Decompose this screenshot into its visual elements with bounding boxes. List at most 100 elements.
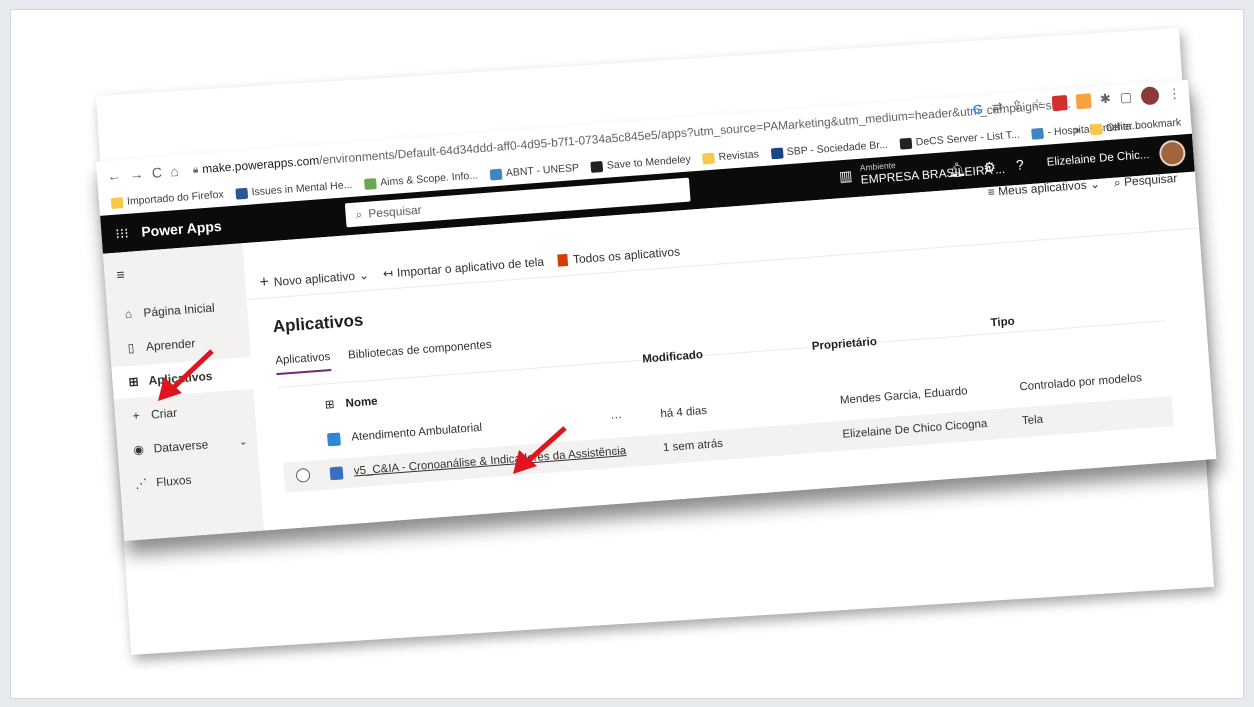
hamburger-icon[interactable]: ≡ <box>116 266 125 283</box>
menu-icon[interactable]: ⋮ <box>1167 85 1181 102</box>
search-icon: ⌕ <box>1113 175 1122 190</box>
building-icon: ▥ <box>838 166 853 184</box>
bookmark-label: Importado do Firefox <box>126 188 225 208</box>
google-icon[interactable]: G <box>972 101 983 117</box>
other-bookmarks-label: Other bookmark <box>1105 116 1182 135</box>
bookmark-label: DeCS Server - List T... <box>915 128 1021 149</box>
search-placeholder: Pesquisar <box>367 202 423 221</box>
bookmark-favicon-icon <box>590 160 604 173</box>
bookmark-item[interactable]: SBP - Sociedade Br... <box>770 139 888 160</box>
plus-icon: + <box>258 273 270 292</box>
column-header-type[interactable]: Tipo <box>990 316 1015 330</box>
bookmark-item[interactable]: Issues in Mental He... <box>235 179 353 200</box>
bookmark-item[interactable]: Aims & Scope. Info... <box>363 169 479 190</box>
more-bookmarks-icon[interactable]: » <box>1074 124 1081 136</box>
share-icon[interactable]: ⇪ <box>1011 97 1023 114</box>
app-type: Controlado por modelos <box>1019 372 1143 394</box>
column-header-name[interactable]: ⊞ Nome <box>324 394 378 412</box>
bookmark-label: ABNT - UNESP <box>505 161 580 180</box>
extension-icon[interactable] <box>1051 94 1068 111</box>
bookmark-favicon-icon <box>770 146 784 159</box>
book-icon: ▯ <box>127 340 135 356</box>
dataverse-icon: ◉ <box>132 442 145 457</box>
tab-list: Aplicativos Bibliotecas de componentes <box>274 339 493 376</box>
filter-icon: ≡ <box>987 184 996 200</box>
owner-name: Mendes Garcia, Eduardo <box>839 385 968 407</box>
bookmark-label: Aims & Scope. Info... <box>379 169 479 189</box>
app-type: Tela <box>1021 413 1044 428</box>
new-app-button[interactable]: + Novo aplicativo ⌄ <box>259 266 370 292</box>
bookmark-favicon-icon <box>702 152 716 164</box>
bookmark-favicon-icon <box>899 137 913 150</box>
star-icon[interactable]: ☆ <box>1031 96 1044 113</box>
gear-icon[interactable]: ⚙ <box>983 159 997 177</box>
page-title: Aplicativos <box>272 310 365 337</box>
chevron-down-icon: ⌄ <box>358 267 370 283</box>
translate-icon[interactable]: ⇄ <box>991 99 1003 116</box>
bookmark-favicon-icon <box>235 187 249 200</box>
canvas-app-icon <box>329 466 344 481</box>
all-apps-button[interactable]: Todos os aplicativos <box>557 244 681 267</box>
column-header-modified[interactable]: Modificado <box>642 349 703 366</box>
office-icon <box>557 253 569 267</box>
window-icon[interactable]: ▢ <box>1119 89 1132 106</box>
puzzle-icon[interactable]: ✱ <box>1099 91 1111 108</box>
bookmark-label: Save to Mendeley <box>606 153 692 172</box>
help-icon[interactable]: ? <box>1015 156 1024 173</box>
sidebar-item-label: Página Inicial <box>142 300 216 320</box>
back-icon[interactable]: ← <box>107 167 122 184</box>
lock-icon: 🔒︎ <box>192 163 199 176</box>
sidebar-item-label: Dataverse <box>153 437 209 456</box>
row-select-radio[interactable] <box>295 467 311 483</box>
user-name[interactable]: Elizelaine De Chic... <box>1046 149 1150 169</box>
bookmark-label: Revistas <box>718 148 760 164</box>
owner-name: Elizelaine De Chico Cicogna <box>842 417 988 441</box>
folder-icon <box>1089 122 1103 135</box>
bookmark-item[interactable]: Save to Mendeley <box>590 153 692 173</box>
more-options-icon[interactable]: ··· <box>610 411 622 424</box>
tab-apps[interactable]: Aplicativos <box>274 351 332 376</box>
plus-icon: + <box>132 408 141 423</box>
home-icon: ⌂ <box>124 306 133 322</box>
annotation-arrow-app <box>513 426 567 474</box>
app-name[interactable]: Atendimento Ambulatorial <box>351 422 483 444</box>
bookmark-favicon-icon <box>363 177 377 190</box>
bell-icon[interactable]: 🔔︎ <box>948 161 967 179</box>
profile-avatar[interactable] <box>1140 86 1160 106</box>
apps-icon: ⊞ <box>128 374 140 390</box>
import-icon: ↤ <box>382 266 394 281</box>
forward-icon[interactable]: → <box>129 165 144 182</box>
bookmark-favicon-icon <box>1031 127 1045 140</box>
sidebar-item-label: Fluxos <box>155 472 192 490</box>
bookmark-label: Issues in Mental He... <box>251 178 353 199</box>
more-options-icon[interactable]: ··· <box>613 445 625 458</box>
bookmark-item[interactable]: DeCS Server - List T... <box>899 129 1020 150</box>
search-icon: ⌕ <box>355 206 363 222</box>
import-canvas-app-button[interactable]: ↤ Importar o aplicativo de tela <box>382 255 544 281</box>
user-avatar[interactable] <box>1158 139 1187 168</box>
tab-component-libraries[interactable]: Bibliotecas de componentes <box>348 339 493 370</box>
home-browser-icon[interactable]: ⌂ <box>170 163 180 180</box>
modified-date: há 4 dias <box>660 404 708 421</box>
app-title: Power Apps <box>140 217 223 240</box>
other-bookmarks[interactable]: » Other bookmark <box>1074 117 1182 137</box>
flow-icon: ⋰ <box>134 476 148 491</box>
column-header-owner[interactable]: Proprietário <box>811 336 877 353</box>
extension-icon[interactable] <box>1075 92 1092 109</box>
bookmark-item[interactable]: ABNT - UNESP <box>489 161 580 181</box>
annotation-arrow-sidebar <box>158 349 214 401</box>
sidebar-item-label: Criar <box>150 405 178 422</box>
bookmark-item[interactable]: Importado do Firefox <box>110 188 225 209</box>
bookmark-label: SBP - Sociedade Br... <box>786 138 889 159</box>
waffle-icon[interactable]: ⁝⁝⁝ <box>115 225 130 243</box>
bookmark-item[interactable]: Revistas <box>702 148 759 164</box>
bookmark-favicon-icon <box>489 168 503 180</box>
model-app-icon <box>327 432 341 447</box>
chevron-down-icon: ⌄ <box>1089 176 1101 192</box>
reload-icon[interactable]: C <box>151 164 162 181</box>
chevron-down-icon[interactable]: ⌄ <box>239 436 248 448</box>
nav-buttons: ← → C ⌂ <box>97 163 184 185</box>
modified-date: 1 sem atrás <box>662 437 724 455</box>
app-type-icon: ⊞ <box>324 398 335 412</box>
bookmark-favicon-icon <box>110 196 124 209</box>
